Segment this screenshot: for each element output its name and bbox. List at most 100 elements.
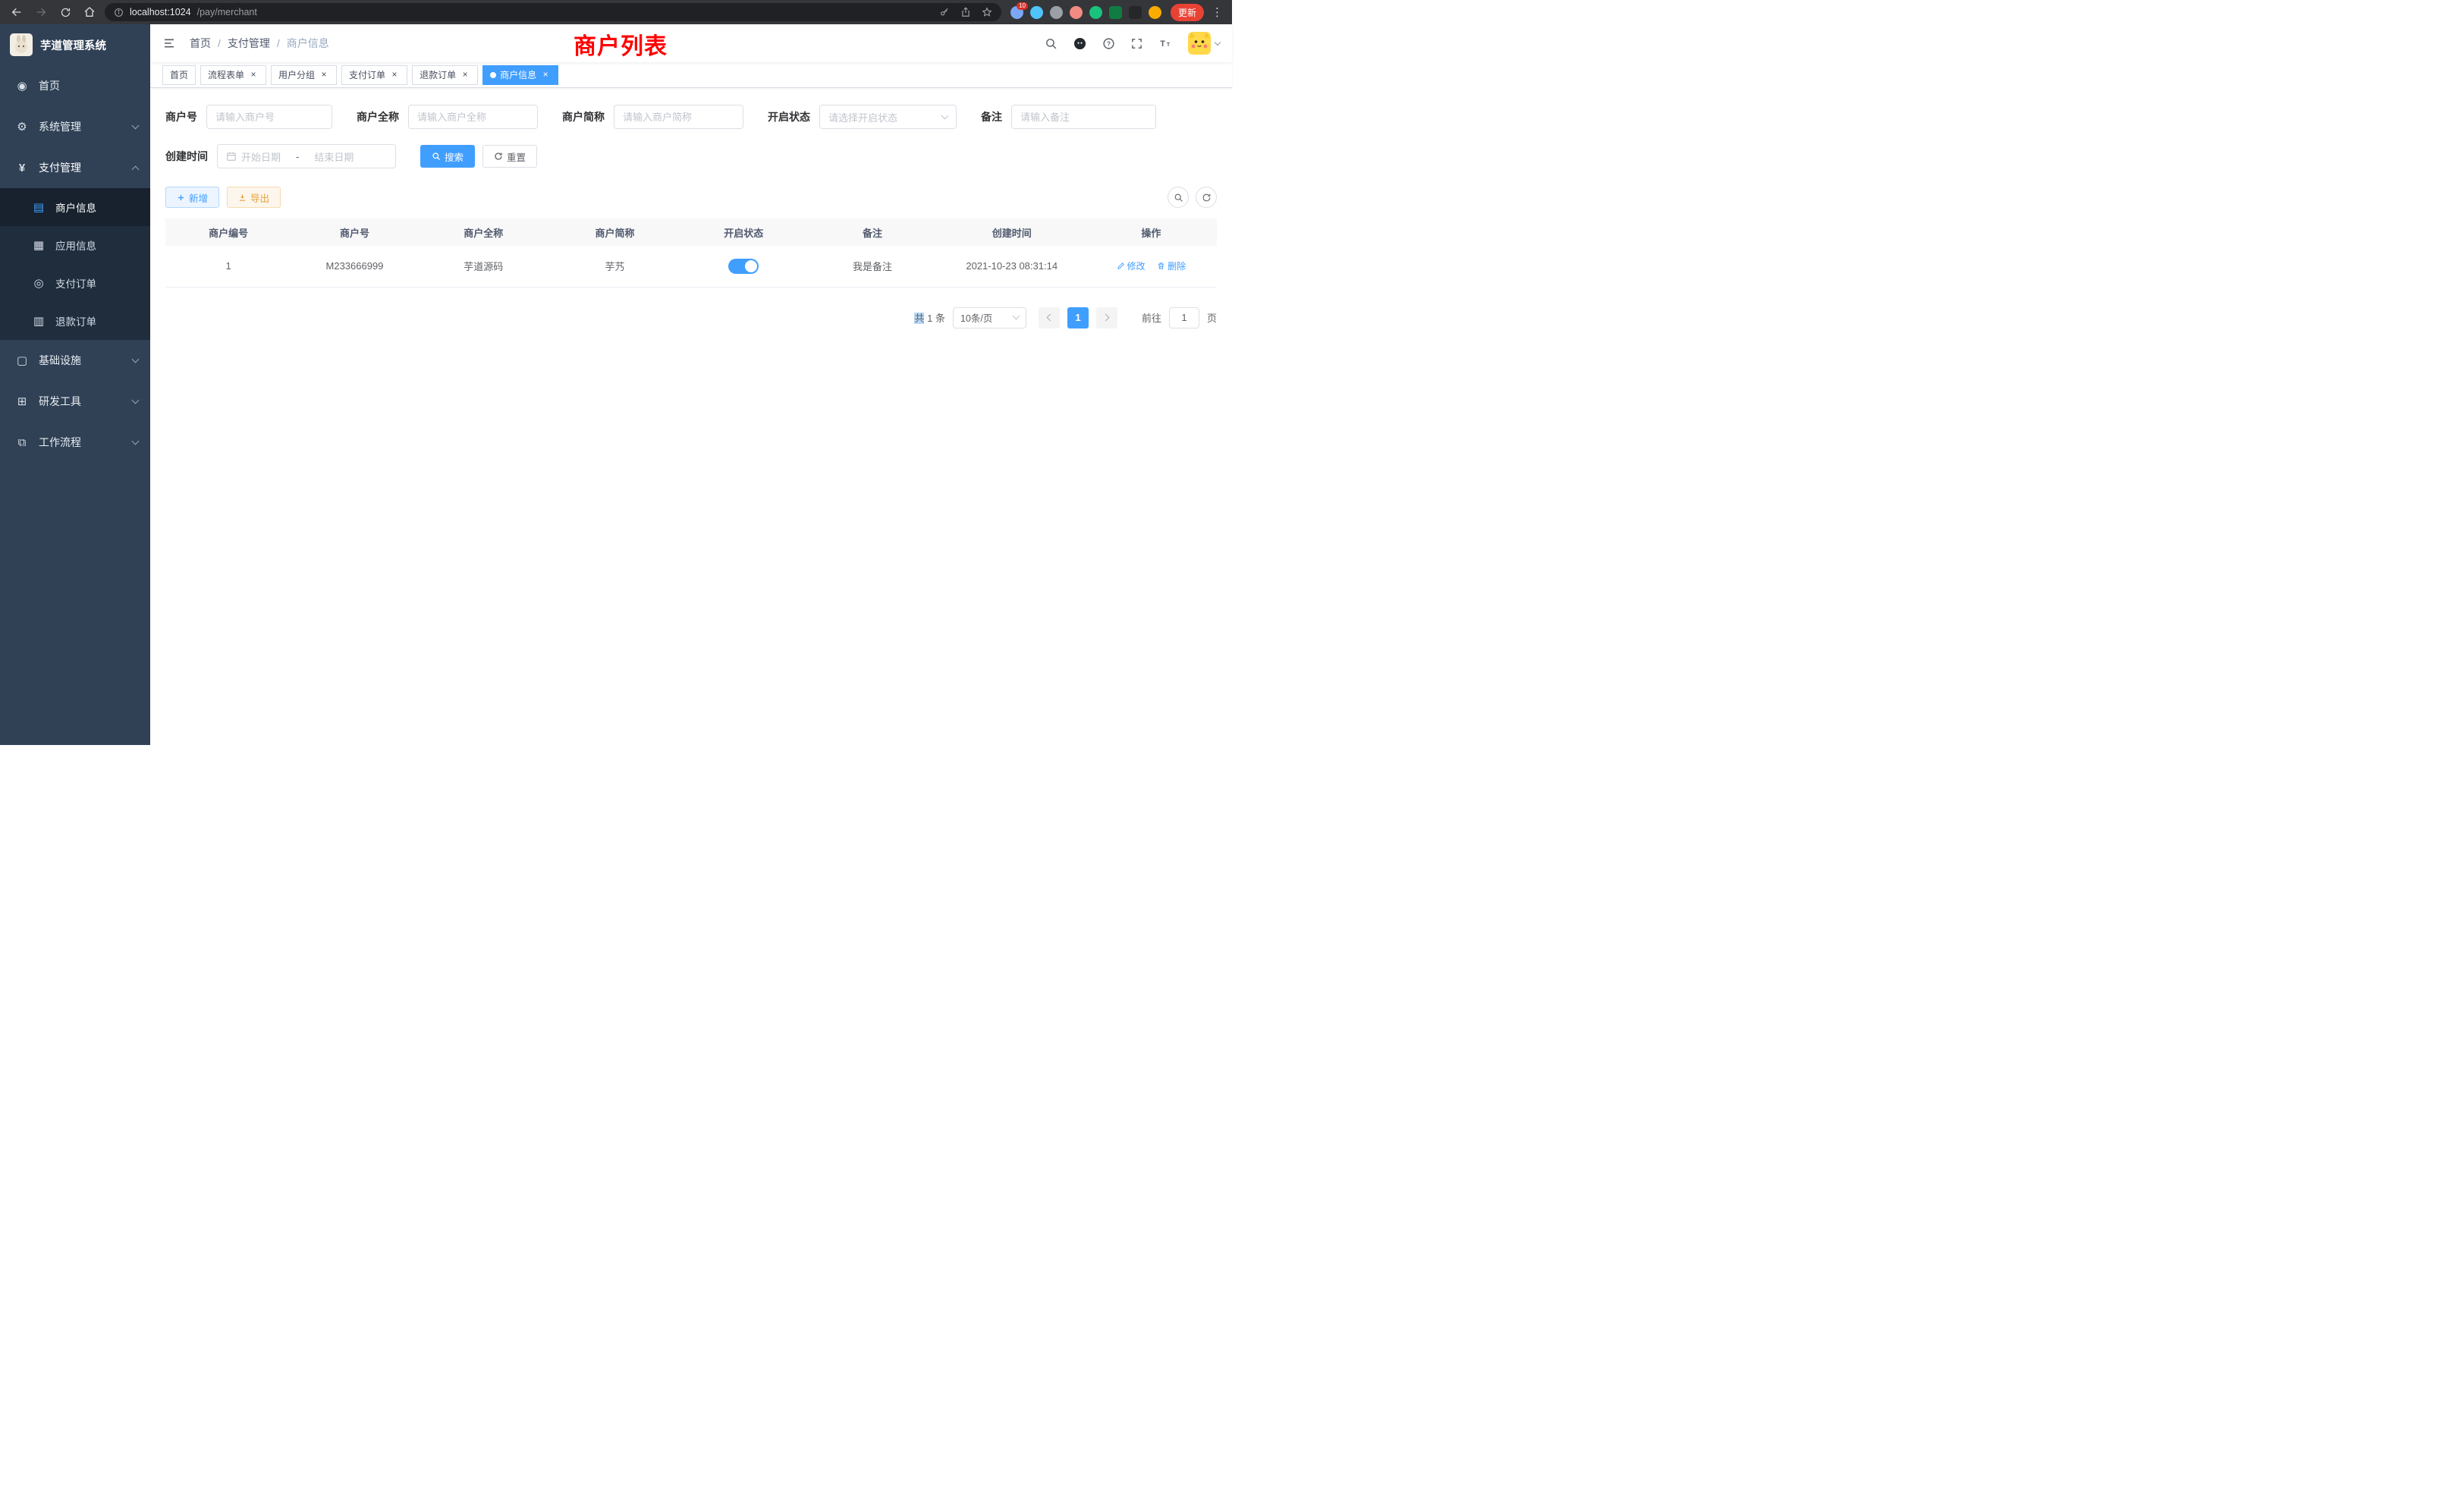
url-host: localhost:1024 (130, 7, 191, 17)
toggle-search-button[interactable] (1168, 187, 1189, 208)
breadcrumb-home[interactable]: 首页 (190, 36, 211, 51)
next-page-button[interactable] (1096, 307, 1117, 328)
svg-text:?: ? (1107, 40, 1111, 47)
sidebar-item-workflow[interactable]: ⧉ 工作流程 (0, 422, 150, 463)
merchant-no-input[interactable] (206, 105, 332, 129)
svg-text:T: T (1167, 42, 1171, 48)
sidebar-item-dev-tools[interactable]: ⊞ 研发工具 (0, 381, 150, 422)
help-icon[interactable]: ? (1102, 37, 1115, 50)
cell-merchant-short: 芋艿 (549, 246, 680, 287)
extension-badge: 10 (1017, 2, 1028, 10)
ext-pink-icon[interactable] (1070, 6, 1083, 19)
tab-home[interactable]: 首页 (162, 65, 196, 85)
refresh-table-button[interactable] (1196, 187, 1217, 208)
remark-input[interactable] (1011, 105, 1156, 129)
home-icon[interactable] (80, 3, 99, 21)
url-bar[interactable]: localhost:1024/pay/merchant (105, 3, 1001, 21)
col-merchant-short: 商户简称 (549, 218, 680, 246)
gear-icon: ⚙ (15, 120, 29, 134)
hamburger-icon[interactable] (162, 37, 176, 49)
search-button[interactable]: 搜索 (420, 145, 475, 168)
prev-page-button[interactable] (1039, 307, 1060, 328)
close-icon[interactable]: × (460, 70, 470, 80)
date-separator: - (285, 151, 310, 162)
reload-icon[interactable] (56, 3, 74, 21)
export-button[interactable]: 导出 (227, 187, 281, 208)
search-icon (432, 152, 441, 161)
ext-pin-icon[interactable]: 10 (1010, 6, 1023, 19)
sidebar-item-home[interactable]: ◉ 首页 (0, 65, 150, 106)
page-content: 商户号 商户全称 商户简称 (150, 88, 1232, 745)
ext-blue-icon[interactable] (1030, 6, 1043, 19)
forward-icon[interactable] (32, 3, 50, 21)
chevron-down-icon (941, 112, 949, 119)
chevron-up-icon (132, 165, 140, 173)
chevron-down-icon (132, 397, 140, 404)
sidebar-item-merchant-info[interactable]: ▤ 商户信息 (0, 188, 150, 226)
caret-down-icon (1215, 39, 1221, 45)
page-1-button[interactable]: 1 (1067, 307, 1089, 328)
close-icon[interactable]: × (540, 70, 551, 80)
total-label: 共 1 条 (914, 310, 945, 325)
ext-green-circle-icon[interactable] (1089, 6, 1102, 19)
sidebar-item-system[interactable]: ⚙ 系统管理 (0, 106, 150, 147)
back-icon[interactable] (8, 3, 26, 21)
ext-dark-icon[interactable] (1129, 6, 1142, 19)
browser-update-button[interactable]: 更新 (1171, 4, 1204, 21)
close-icon[interactable]: × (319, 70, 329, 80)
info-icon[interactable] (114, 8, 124, 17)
app-title: 芋道管理系统 (40, 37, 106, 53)
ext-gray-icon[interactable] (1050, 6, 1063, 19)
sidebar-item-payment[interactable]: ¥ 支付管理 (0, 147, 150, 188)
calendar-icon (226, 151, 237, 162)
merchant-short-input[interactable] (614, 105, 743, 129)
tab-pay-order[interactable]: 支付订单 × (341, 65, 407, 85)
sidebar-logo[interactable]: 芋道管理系统 (0, 24, 150, 65)
tab-user-group[interactable]: 用户分组 × (271, 65, 337, 85)
font-size-icon[interactable]: TT (1158, 37, 1173, 50)
sidebar-item-infrastructure[interactable]: ▢ 基础设施 (0, 340, 150, 381)
merchant-short-label: 商户简称 (562, 109, 614, 124)
svg-text:T: T (1160, 39, 1165, 49)
github-icon[interactable] (1073, 36, 1087, 51)
document-icon: ▥ (32, 314, 46, 328)
delete-button[interactable]: 删除 (1157, 259, 1186, 272)
key-icon[interactable] (939, 7, 950, 17)
tab-refund-order[interactable]: 退款订单 × (412, 65, 478, 85)
edit-button[interactable]: 修改 (1117, 259, 1146, 272)
status-toggle[interactable] (728, 259, 759, 274)
star-icon[interactable] (982, 7, 992, 17)
payment-submenu: ▤ 商户信息 ▦ 应用信息 ◎ 支付订单 ▥ 退款订单 (0, 188, 150, 340)
goto-page-input[interactable] (1169, 307, 1199, 328)
col-status: 开启状态 (680, 218, 806, 246)
share-icon[interactable] (960, 7, 971, 17)
tab-merchant-info[interactable]: 商户信息 × (482, 65, 558, 85)
browser-menu-icon[interactable]: ⋮ (1210, 5, 1224, 19)
close-icon[interactable]: × (389, 70, 400, 80)
ext-sheet-icon[interactable] (1109, 6, 1122, 19)
add-button[interactable]: 新增 (165, 187, 219, 208)
refresh-icon (1202, 193, 1212, 203)
sidebar-item-app-info[interactable]: ▦ 应用信息 (0, 226, 150, 264)
breadcrumb-payment[interactable]: 支付管理 (228, 36, 270, 51)
pencil-icon (1117, 262, 1125, 270)
search-icon (1174, 193, 1183, 203)
toolbox-icon: ⊞ (15, 395, 29, 408)
monitor-icon: ▢ (15, 354, 29, 367)
user-avatar[interactable] (1188, 32, 1220, 55)
reset-button[interactable]: 重置 (482, 145, 537, 168)
dashboard-icon: ◉ (15, 79, 29, 93)
sidebar-item-pay-order[interactable]: ◎ 支付订单 (0, 264, 150, 302)
page-size-select[interactable]: 10条/页 (953, 307, 1026, 328)
status-select[interactable]: 请选择开启状态 (819, 105, 957, 129)
close-icon[interactable]: × (248, 70, 259, 80)
search-icon[interactable] (1045, 37, 1058, 50)
fullscreen-icon[interactable] (1130, 37, 1143, 50)
tab-process-form[interactable]: 流程表单 × (200, 65, 266, 85)
create-time-range-picker[interactable]: 开始日期 - 结束日期 (217, 144, 396, 168)
cell-merchant-name: 芋道源码 (418, 246, 549, 287)
chevron-down-icon (1013, 313, 1020, 320)
merchant-name-input[interactable] (408, 105, 538, 129)
sidebar-item-refund-order[interactable]: ▥ 退款订单 (0, 302, 150, 340)
ext-monkey-icon[interactable] (1149, 6, 1161, 19)
